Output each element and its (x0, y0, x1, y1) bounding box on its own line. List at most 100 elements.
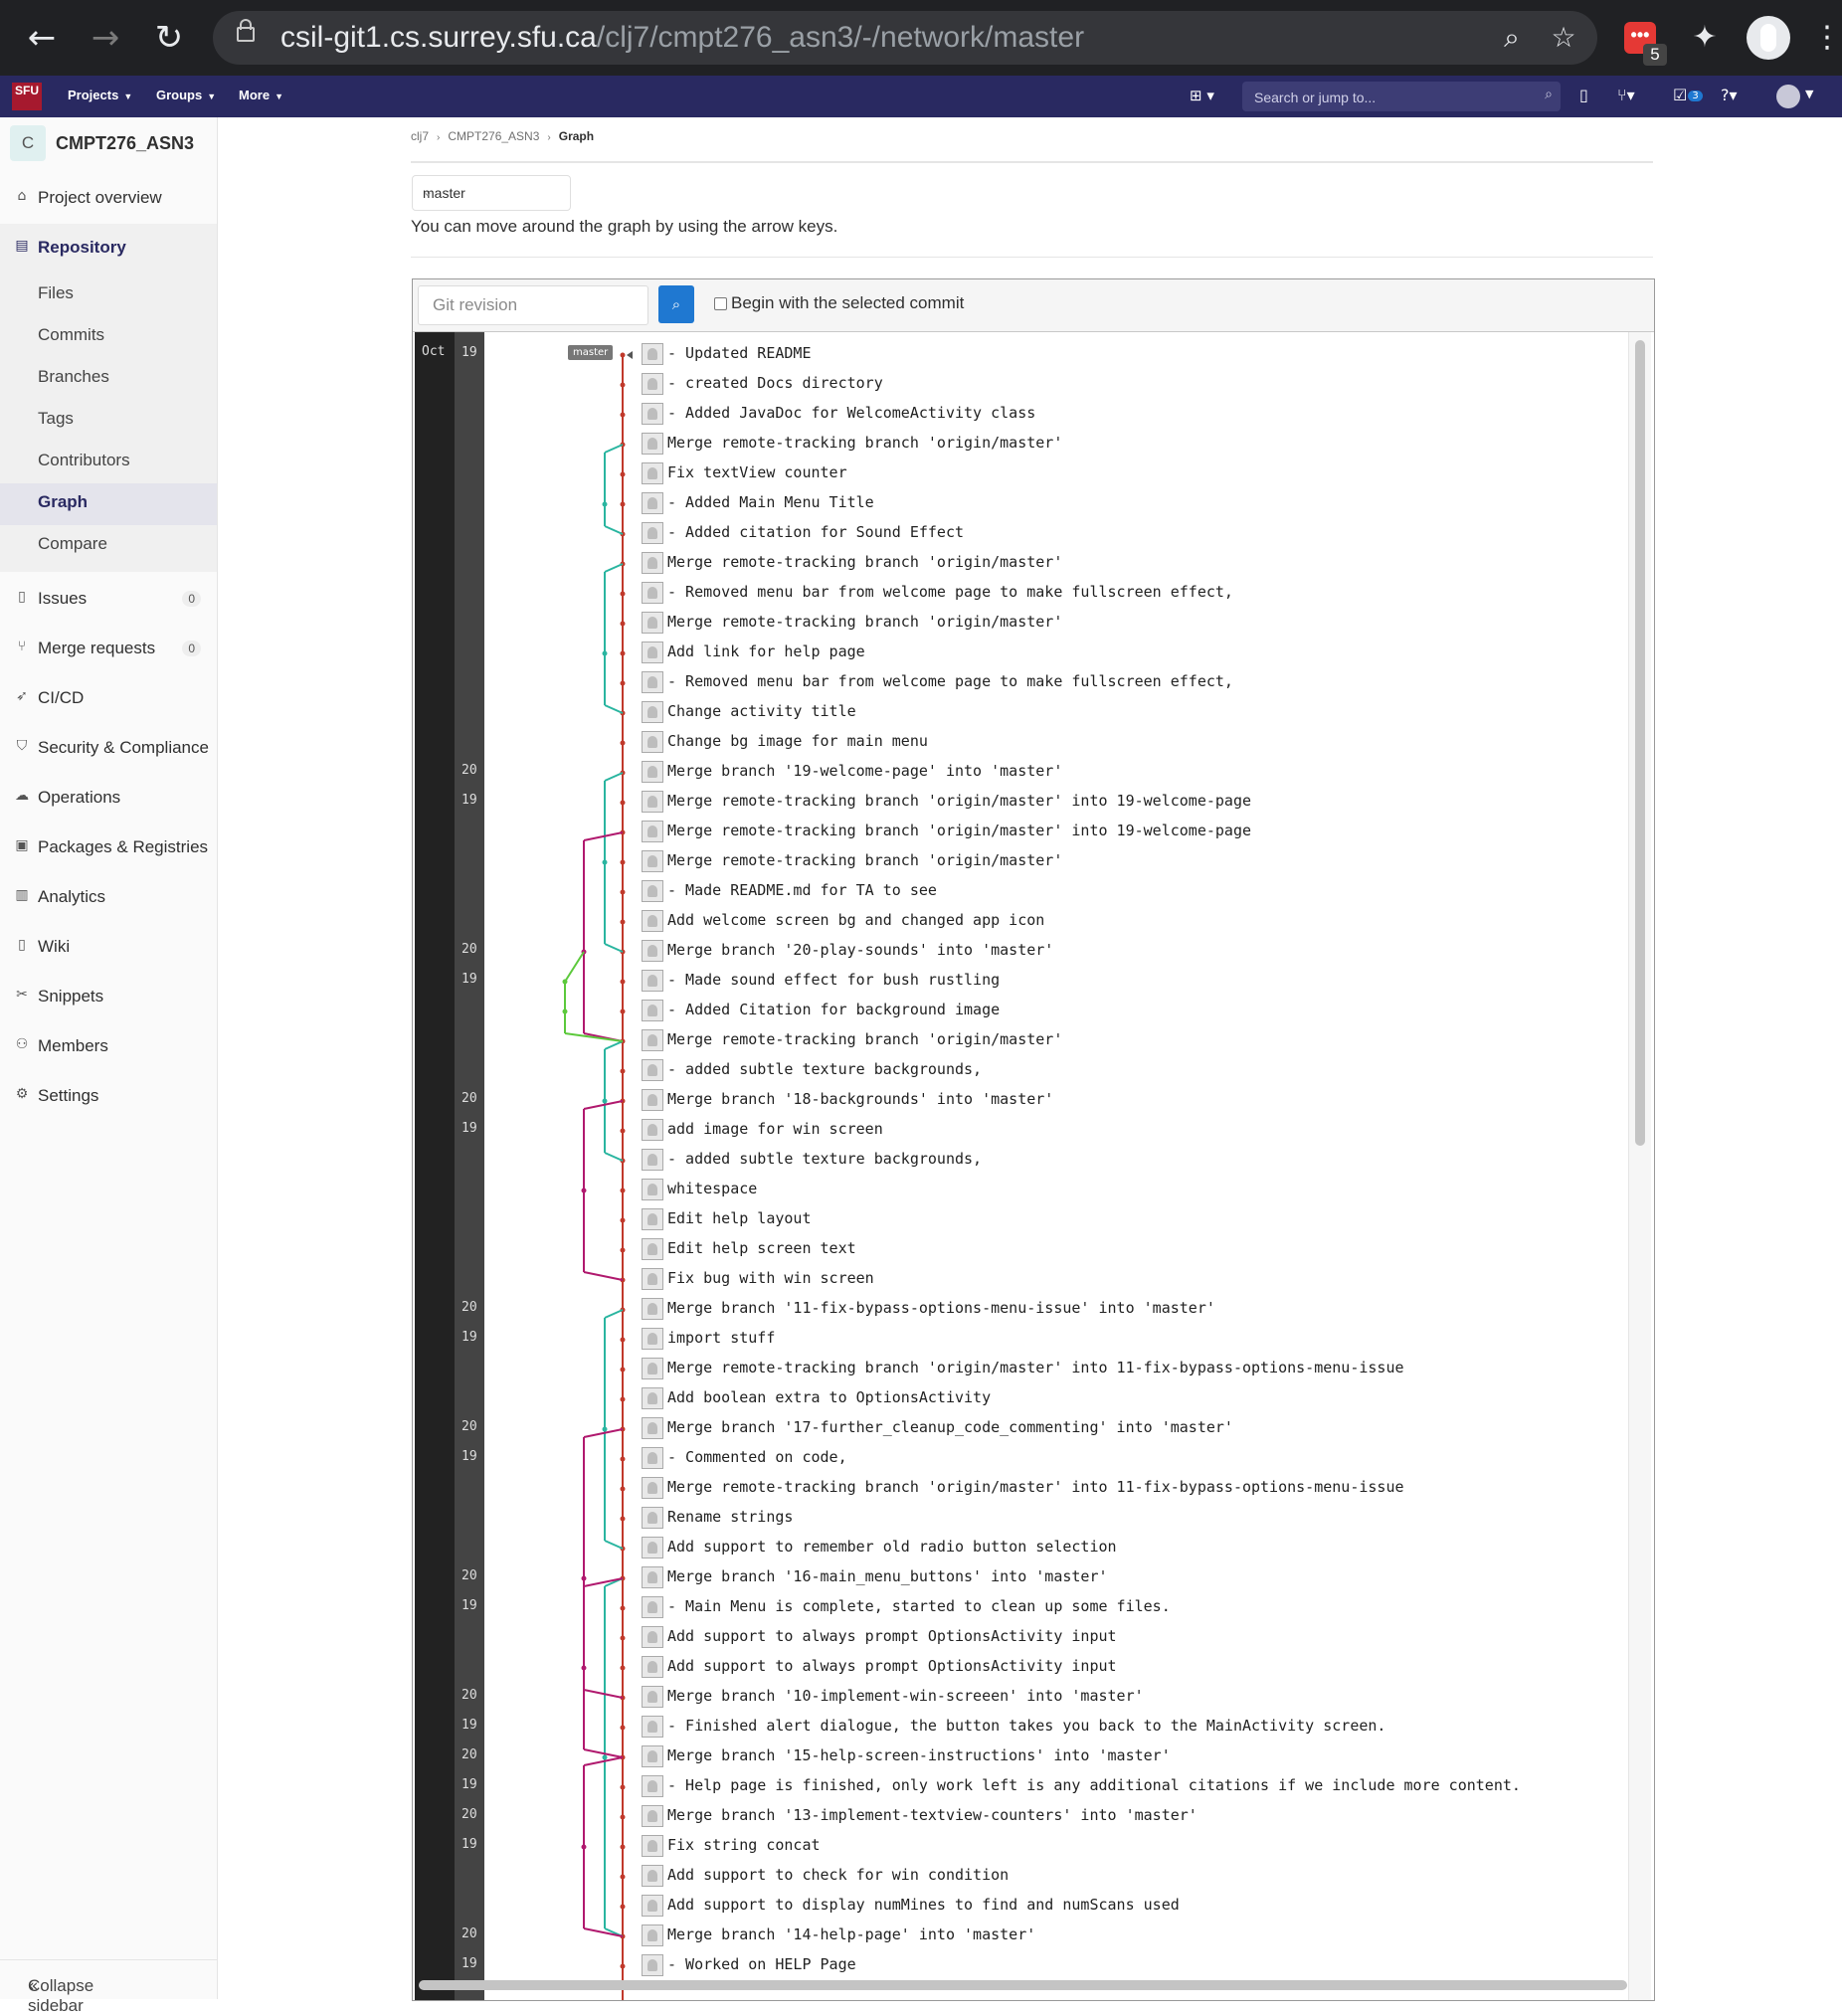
commit-message: Add support to always prompt OptionsActi… (667, 1657, 1117, 1675)
commit-message: Add welcome screen bg and changed app ic… (667, 911, 1045, 929)
sidebar-item-compare[interactable]: Compare (38, 534, 107, 554)
commit-dot (620, 1725, 626, 1731)
vertical-scrollbar[interactable] (1628, 332, 1651, 2000)
commit-message: Rename strings (667, 1508, 794, 1526)
forward-arrow-icon[interactable]: → (86, 18, 125, 58)
author-avatar (642, 671, 663, 693)
help-icon[interactable]: ?▾ (1721, 86, 1738, 104)
sfu-logo[interactable]: SFU (12, 83, 42, 110)
day-label: 19 (461, 1718, 477, 1733)
author-avatar (642, 343, 663, 365)
author-avatar (642, 970, 663, 992)
sidebar-item-wiki[interactable]: ▯ Wiki (0, 927, 217, 967)
back-arrow-icon[interactable]: ← (22, 18, 62, 58)
chevron-down-icon[interactable]: ▼ (1805, 88, 1813, 100)
author-avatar (642, 522, 663, 544)
lock-icon[interactable] (237, 19, 255, 42)
commit-message: Merge remote-tracking branch 'origin/mas… (667, 822, 1251, 839)
commit-message: Merge branch '15-help-screen-instruction… (667, 1746, 1171, 1764)
branch-label-master[interactable]: master (568, 345, 614, 360)
reload-icon[interactable]: ↻ (149, 18, 189, 58)
groups-menu[interactable]: Groups ▼ (156, 88, 216, 102)
issues-icon: ▯ (18, 589, 26, 605)
commit-message: Merge remote-tracking branch 'origin/mas… (667, 613, 1063, 631)
sidebar-item-ci-cd[interactable]: ➶ CI/CD (0, 678, 217, 718)
day-label: 19 (461, 1777, 477, 1792)
sidebar-item-members[interactable]: ⚇ Members (0, 1026, 217, 1066)
branch-select[interactable]: master ⌄ (412, 175, 571, 211)
fork-connector (583, 1271, 624, 1281)
sidebar-item-repository[interactable]: ▤ Repository (0, 228, 217, 268)
commit-dot (620, 800, 626, 806)
shield-icon: ⛉ (16, 738, 28, 754)
sidebar-item-commits[interactable]: Commits (38, 325, 104, 345)
sidebar-item-label: Operations (38, 788, 121, 807)
commit-dot (620, 1516, 626, 1522)
search-box[interactable]: ⌕ (1242, 82, 1561, 113)
fork-connector (604, 943, 624, 953)
commit-message: Add support to always prompt OptionsActi… (667, 1627, 1117, 1645)
sidebar-item-graph[interactable]: Graph (38, 492, 88, 512)
commit-message: - Finished alert dialogue, the button ta… (667, 1717, 1386, 1735)
sidebar-item-operations[interactable]: ☁ Operations (0, 778, 217, 818)
commit-message: Fix bug with win screen (667, 1269, 874, 1287)
new-item-plus-icon[interactable]: ⊞ ▾ (1190, 87, 1214, 104)
sidebar-item-files[interactable]: Files (38, 283, 74, 303)
sidebar-item-label: Members (38, 1036, 108, 1055)
author-avatar (642, 880, 663, 902)
more-menu[interactable]: More ▼ (239, 88, 283, 102)
commit-dot (620, 591, 626, 597)
profile-avatar[interactable] (1747, 16, 1790, 60)
horizontal-scrollbar[interactable] (419, 1980, 1627, 1990)
sidebar-item-issues[interactable]: ▯ Issues 0 (0, 579, 217, 619)
zoom-search-icon[interactable]: ⌕ (1490, 16, 1534, 60)
day-label: 20 (461, 1300, 477, 1315)
breadcrumb-user[interactable]: clj7 (411, 129, 429, 143)
bookmark-star-icon[interactable]: ☆ (1542, 16, 1585, 60)
sidebar-item-snippets[interactable]: ✂ Snippets (0, 977, 217, 1016)
chevron-down-icon: ⌄ (423, 185, 434, 199)
scrollbar-thumb[interactable] (1635, 340, 1645, 1146)
projects-menu[interactable]: Projects ▼ (68, 88, 132, 102)
commit-message: Merge remote-tracking branch 'origin/mas… (667, 434, 1063, 452)
breadcrumb-project[interactable]: CMPT276_ASN3 (448, 129, 539, 143)
address-bar[interactable]: csil-git1.cs.surrey.sfu.ca/clj7/cmpt276_… (213, 11, 1597, 65)
begin-with-selected-checkbox[interactable] (714, 297, 727, 310)
search-input[interactable] (1252, 82, 1525, 113)
project-header[interactable]: C CMPT276_ASN3 (10, 125, 209, 165)
search-button[interactable]: ⌕ (658, 285, 694, 323)
sidebar-item-project-overview[interactable]: ⌂ Project overview (0, 178, 217, 218)
merge-request-icon[interactable]: ⑂▾ (1617, 86, 1635, 104)
author-avatar (642, 1537, 663, 1558)
sidebar-item-packages-registries[interactable]: ▣ Packages & Registries (0, 827, 217, 867)
author-avatar (642, 1238, 663, 1260)
commit-dot (620, 1784, 626, 1790)
sidebar-item-branches[interactable]: Branches (38, 367, 109, 387)
day-label: 19 (461, 1956, 477, 1971)
sidebar-item-merge-requests[interactable]: ⑂ Merge requests 0 (0, 629, 217, 668)
sidebar-item-settings[interactable]: ⚙ Settings (0, 1076, 217, 1116)
commit-message: - Added JavaDoc for WelcomeActivity clas… (667, 404, 1036, 422)
commit-message: - Added citation for Sound Effect (667, 523, 965, 541)
issues-icon[interactable]: ▯ (1579, 86, 1588, 104)
commit-dot (620, 1904, 626, 1910)
network-graph-canvas[interactable]: Oct master - Updated README - created Doc… (413, 332, 1654, 2000)
kebab-menu-icon[interactable]: ⋮ (1812, 16, 1842, 60)
commit-dot (581, 1665, 587, 1671)
puzzle-extensions-icon[interactable]: ✦ (1683, 16, 1727, 60)
commit-message: Merge branch '20-play-sounds' into 'mast… (667, 941, 1054, 959)
day-label: 19 (461, 1121, 477, 1136)
sidebar-item-security-compliance[interactable]: ⛉ Security & Compliance (0, 728, 217, 768)
todo-icon[interactable]: ☑ 3 (1673, 86, 1703, 104)
git-revision-input[interactable] (418, 285, 648, 325)
sidebar-item-tags[interactable]: Tags (38, 409, 74, 429)
commit-message: Merge remote-tracking branch 'origin/mas… (667, 1478, 1404, 1496)
url-text[interactable]: csil-git1.cs.surrey.sfu.ca/clj7/cmpt276_… (280, 21, 1084, 55)
breadcrumb-current[interactable]: Graph (559, 129, 594, 143)
commit-dot (620, 1217, 626, 1223)
user-avatar[interactable] (1776, 85, 1800, 108)
collapse-sidebar-button[interactable]: « Collapse sidebar (0, 1959, 217, 2015)
sidebar-item-analytics[interactable]: ▥ Analytics (0, 877, 217, 917)
sidebar-item-contributors[interactable]: Contributors (38, 451, 130, 470)
author-avatar (642, 582, 663, 604)
